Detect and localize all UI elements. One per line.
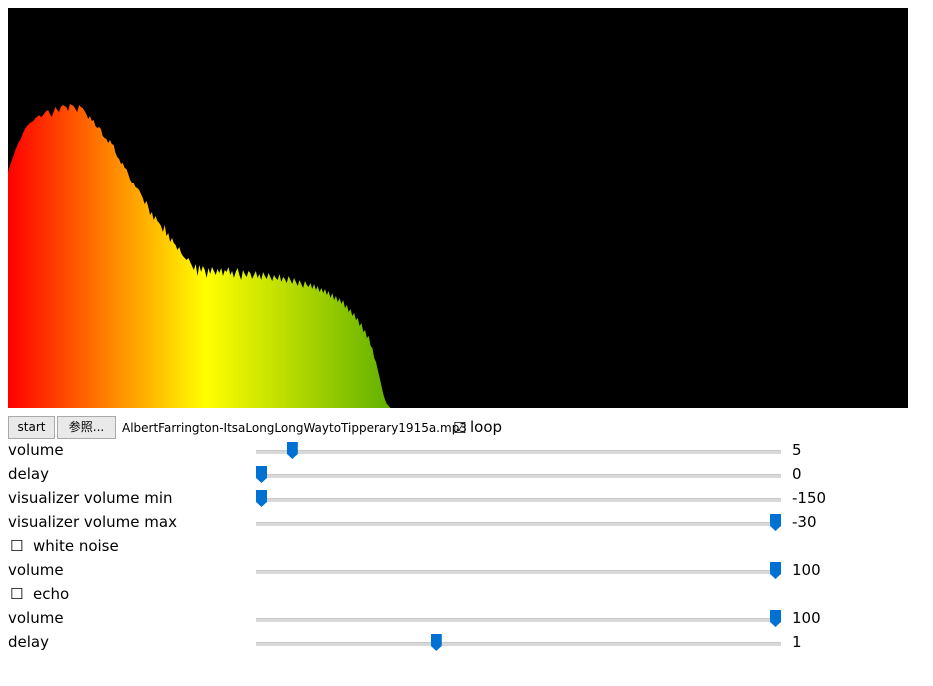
slider-row: delay 0 [0,464,933,488]
delay-label: delay [8,633,49,651]
visualizer-volume-min-value: -150 [792,489,827,507]
volume-label: volume [8,561,64,579]
slider-thumb[interactable] [770,610,781,627]
spectrum-svg [8,104,908,408]
volume-slider[interactable] [256,570,781,574]
start-button[interactable]: start [8,416,55,439]
browse-button[interactable]: 参照... [57,416,116,439]
delay-value: 0 [792,465,802,483]
volume-slider[interactable] [256,450,781,454]
checkbox-row: ☐ echo [0,584,933,608]
volume-value: 100 [792,561,821,579]
white-noise-label: white noise [33,537,119,555]
slider-row: volume 5 [0,440,933,464]
slider-thumb[interactable] [770,514,781,531]
delay-slider[interactable] [256,474,781,478]
slider-row: visualizer volume min -150 [0,488,933,512]
volume-value: 100 [792,609,821,627]
delay-slider[interactable] [256,642,781,646]
visualizer-volume-max-label: visualizer volume max [8,513,177,531]
slider-row: visualizer volume max -30 [0,512,933,536]
slider-row: volume 100 [0,560,933,584]
file-name: AlbertFarrington-ItsaLongLongWaytoTipper… [122,421,467,435]
echo-label: echo [33,585,70,603]
visualizer-volume-min-slider[interactable] [256,498,781,502]
white-noise-checkbox[interactable]: ☐ [10,537,23,555]
volume-label: volume [8,609,64,627]
slider-thumb[interactable] [256,466,267,483]
slider-row: volume 100 [0,608,933,632]
delay-label: delay [8,465,49,483]
slider-thumb[interactable] [286,442,298,459]
spectrum-area [8,104,908,408]
checkbox-row: ☐ white noise [0,536,933,560]
volume-label: volume [8,441,64,459]
visualizer-volume-min-label: visualizer volume min [8,489,173,507]
volume-slider[interactable] [256,618,781,622]
slider-thumb[interactable] [430,634,442,651]
visualizer-volume-max-value: -30 [792,513,817,531]
loop-label: loop [470,418,503,436]
volume-value: 5 [792,441,802,459]
spectrum-visualizer [8,8,908,408]
slider-row: delay 1 [0,632,933,656]
loop-checkbox[interactable]: ☑ [453,419,466,437]
delay-value: 1 [792,633,802,651]
visualizer-volume-max-slider[interactable] [256,522,781,526]
echo-checkbox[interactable]: ☐ [10,585,23,603]
slider-thumb[interactable] [770,562,781,579]
slider-thumb[interactable] [256,490,267,507]
